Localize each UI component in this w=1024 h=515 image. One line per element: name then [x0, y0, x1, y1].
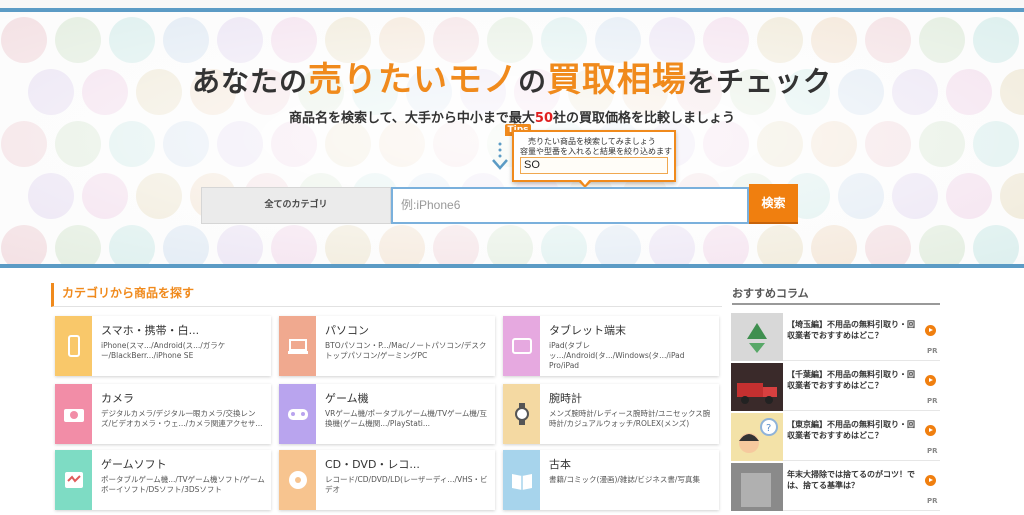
- category-name[interactable]: ゲームソフト: [101, 456, 167, 472]
- category-name[interactable]: CD・DVD・レコ...: [325, 456, 420, 472]
- recycle-icon: [731, 313, 783, 361]
- category-card[interactable]: CD・DVD・レコ... レコード/CD/DVD/LD(レーザーディ.../VHS…: [279, 450, 495, 510]
- tips-tooltip: 売りたい商品を検索してみましょう 容量や型番を入れると結果を絞り込めます SO: [512, 130, 676, 182]
- column-link[interactable]: 【東京編】不用品の無料引取り・回収業者でおすすめはどこ？: [787, 420, 915, 441]
- book-icon: [512, 474, 532, 490]
- arrow-right-icon[interactable]: [925, 375, 936, 386]
- category-icon-box: [279, 384, 316, 444]
- truck-icon: [731, 363, 783, 411]
- category-icon-box: [55, 384, 92, 444]
- hero-bottom-border: [0, 264, 1024, 268]
- hero-title-part: をチェック: [687, 65, 833, 98]
- category-name[interactable]: タブレット端末: [549, 322, 626, 338]
- down-arrow-icon: [492, 142, 508, 170]
- category-card[interactable]: スマホ・携帯・白... iPhone(スマ.../Android(ス.../ガラケ…: [55, 316, 271, 376]
- category-section-title: カテゴリから商品を探す: [51, 283, 722, 307]
- disc-icon: [289, 471, 307, 489]
- category-name[interactable]: スマホ・携帯・白...: [101, 322, 199, 338]
- arrow-right-icon[interactable]: [925, 425, 936, 436]
- hero-subtitle-number: 50: [534, 111, 554, 126]
- laptop-icon: [288, 339, 308, 354]
- hero-title-part: あなたの: [191, 65, 308, 98]
- tips-line2: 容量や型番を入れると結果を絞り込めます: [520, 147, 672, 156]
- category-icon-box: [279, 450, 316, 510]
- thinking-person-icon: ?: [731, 413, 783, 461]
- category-subitems[interactable]: VRゲーム機/ポータブルゲーム機/TVゲーム機/互換機(ゲーム機関.../Pla…: [325, 409, 489, 429]
- category-icon-box: [503, 450, 540, 510]
- column-item[interactable]: 年末大掃除では捨てるのがコツ！では、捨てる基準は？ PR: [731, 463, 940, 511]
- category-subitems[interactable]: メンズ腕時計/レディース腕時計/ユニセックス腕時計/カジュアルウォッチ/ROLE…: [549, 409, 713, 429]
- category-icon-box: [55, 316, 92, 376]
- category-subitems[interactable]: デジタルカメラ/デジタル一眼カメラ/交換レンズ/ビデオカメラ・ウェ.../カメラ…: [101, 409, 265, 429]
- category-card[interactable]: カメラデジタルカメラ/デジタル一眼カメラ/交換レンズ/ビデオカメラ・ウェ.../…: [55, 384, 271, 444]
- hero-title: あなたの売りたいモノの買取相場をチェック: [0, 52, 1024, 101]
- tips-pointer-inner: [580, 179, 590, 185]
- category-card[interactable]: 古本書籍/コミック(漫画)/雑誌/ビジネス書/写真集: [503, 450, 719, 510]
- category-card[interactable]: 腕時計メンズ腕時計/レディース腕時計/ユニセックス腕時計/カジュアルウォッチ/R…: [503, 384, 719, 444]
- game-soft-icon: [65, 472, 83, 488]
- column-thumbnail[interactable]: [731, 463, 783, 511]
- column-thumbnail[interactable]: ?: [731, 413, 783, 461]
- arrow-right-icon[interactable]: [925, 475, 936, 486]
- pr-badge: PR: [927, 447, 938, 455]
- category-subitems[interactable]: ポータブルゲーム機.../TVゲーム機ソフト/ゲームボーイソフト/DSソフト/3…: [101, 475, 265, 495]
- column-item[interactable]: 【埼玉編】不用品の無料引取り・回収業者でおすすめはどこ？ PR: [731, 313, 940, 361]
- category-card[interactable]: ゲームソフトポータブルゲーム機.../TVゲーム機ソフト/ゲームボーイソフト/D…: [55, 450, 271, 510]
- search-button[interactable]: 検索: [749, 184, 798, 224]
- category-card[interactable]: タブレット端末 iPad(タブレッ.../Android(タ.../Windows…: [503, 316, 719, 376]
- column-item[interactable]: 【千葉編】不用品の無料引取り・回収業者でおすすめはどこ？ PR: [731, 363, 940, 411]
- hero-title-accent: 売りたいモノ: [307, 60, 518, 100]
- category-subitems[interactable]: レコード/CD/DVD/LD(レーザーディ.../VHS・ビデオ: [325, 475, 489, 495]
- hero-title-part: の: [517, 65, 547, 98]
- camera-icon: [64, 409, 84, 422]
- column-title: おすすめコラム: [732, 285, 940, 305]
- category-name[interactable]: ゲーム機: [325, 390, 369, 406]
- hero-subtitle-text: 社の買取価格を比較しましょう: [553, 111, 736, 126]
- column-link[interactable]: 年末大掃除では捨てるのがコツ！では、捨てる基準は？: [787, 470, 915, 491]
- category-name[interactable]: 古本: [549, 456, 571, 472]
- category-name[interactable]: パソコン: [325, 322, 369, 338]
- category-icon-box: [503, 384, 540, 444]
- smartphone-icon: [68, 335, 80, 357]
- category-icon-box: [55, 450, 92, 510]
- game-console-icon: [288, 409, 308, 420]
- category-name[interactable]: 腕時計: [549, 390, 582, 406]
- tablet-icon: [512, 338, 532, 354]
- category-icon-box: [279, 316, 316, 376]
- column-link[interactable]: 【千葉編】不用品の無料引取り・回収業者でおすすめはどこ？: [787, 370, 915, 391]
- category-select[interactable]: 全てのカテゴリ: [201, 187, 391, 224]
- tips-example-field: SO: [520, 157, 668, 174]
- hero-title-accent: 買取相場: [547, 60, 687, 100]
- category-subitems[interactable]: 書籍/コミック(漫画)/雑誌/ビジネス書/写真集: [549, 475, 713, 485]
- watch-icon: [515, 403, 529, 425]
- category-subitems[interactable]: BTOパソコン・P.../Mac/ノートパソコン/デスクトップパソコン/ゲーミン…: [325, 341, 489, 361]
- category-card[interactable]: パソコン BTOパソコン・P.../Mac/ノートパソコン/デスクトップパソコン/…: [279, 316, 495, 376]
- category-subitems[interactable]: iPhone(スマ.../Android(ス.../ガラケー/BlackBerr…: [101, 341, 265, 361]
- pr-badge: PR: [927, 347, 938, 355]
- column-item[interactable]: ? 【東京編】不用品の無料引取り・回収業者でおすすめはどこ？ PR: [731, 413, 940, 461]
- category-card[interactable]: ゲーム機 VRゲーム機/ポータブルゲーム機/TVゲーム機/互換機(ゲーム機関...…: [279, 384, 495, 444]
- hero-top-border: [0, 8, 1024, 12]
- category-icon-box: [503, 316, 540, 376]
- pr-badge: PR: [927, 397, 938, 405]
- arrow-right-icon[interactable]: [925, 325, 936, 336]
- column-thumbnail[interactable]: [731, 313, 783, 361]
- search-input[interactable]: 例:iPhone6: [391, 187, 749, 224]
- column-link[interactable]: 【埼玉編】不用品の無料引取り・回収業者でおすすめはどこ？: [787, 320, 915, 341]
- cleaning-icon: [731, 463, 783, 511]
- category-name[interactable]: カメラ: [101, 390, 134, 406]
- category-subitems[interactable]: iPad(タブレッ.../Android(タ.../Windows(タ.../i…: [549, 341, 713, 371]
- hero-banner: あなたの売りたいモノの買取相場をチェック 商品名を検索して、大手から中小まで最大…: [0, 0, 1024, 268]
- pr-badge: PR: [927, 497, 938, 505]
- svg-text:?: ?: [766, 423, 771, 434]
- hero-subtitle-text: 商品名を検索して、大手から中小まで最大: [288, 111, 535, 126]
- column-thumbnail[interactable]: [731, 363, 783, 411]
